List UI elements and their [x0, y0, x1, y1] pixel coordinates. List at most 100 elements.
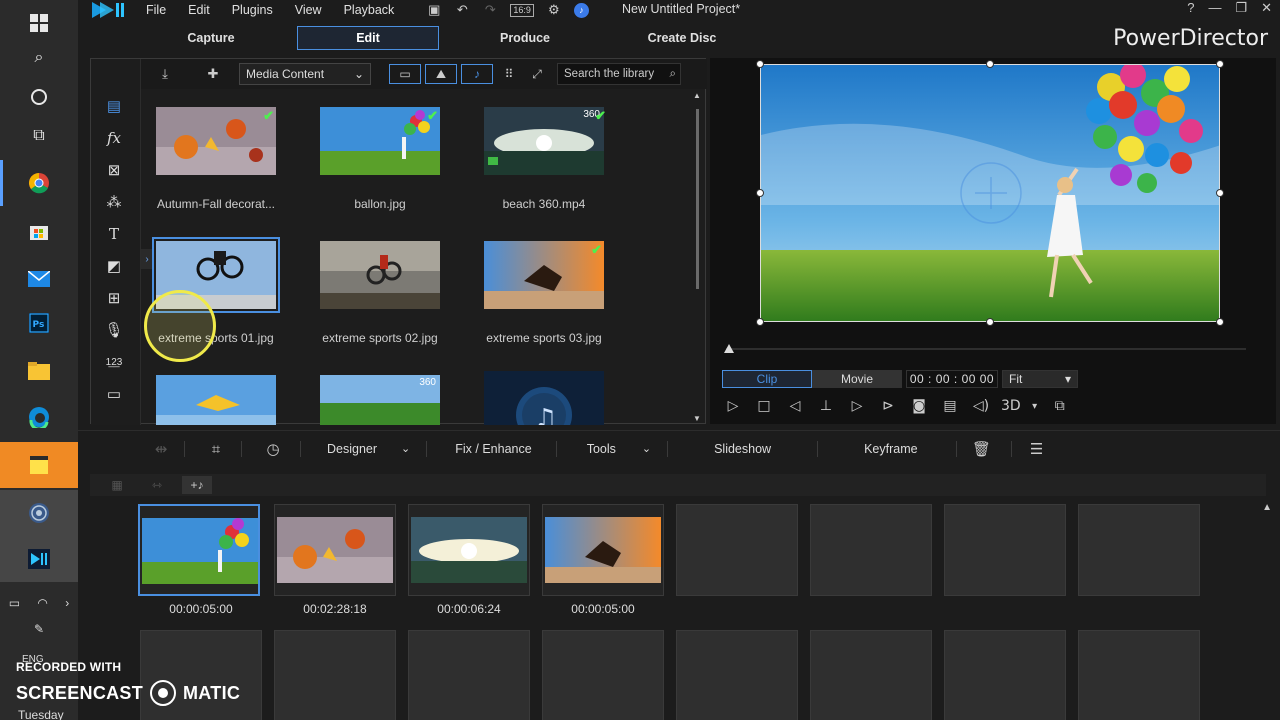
minimize-icon[interactable]: — [1208, 0, 1221, 16]
storyboard-slot-empty[interactable] [408, 630, 530, 720]
designer-chevron-down-icon[interactable]: ⌄ [401, 431, 410, 467]
library-item[interactable]: ♫ [469, 371, 619, 425]
storyboard-slot-empty[interactable] [944, 630, 1066, 720]
title-room-icon[interactable]: T [103, 223, 125, 245]
transition-room-icon[interactable]: ◩ [103, 255, 125, 277]
resize-handle[interactable] [756, 318, 764, 326]
scrubber-playhead[interactable] [724, 344, 734, 353]
storyboard-slot[interactable] [408, 504, 530, 596]
fx-room-icon[interactable]: fx [103, 127, 125, 149]
task-view-button[interactable]: ⧉ [0, 112, 78, 158]
storyboard-slot-empty[interactable] [944, 504, 1066, 596]
storyboard-slot-empty[interactable] [810, 630, 932, 720]
chevron-right-icon[interactable]: › [65, 596, 69, 610]
tab-create-disc[interactable]: Create Disc [611, 26, 753, 50]
clip-mode-toggle[interactable]: Clip [722, 370, 812, 388]
stop-icon[interactable]: □ [753, 396, 775, 416]
subtitle-room-icon[interactable]: ▭ [103, 383, 125, 405]
filter-image-icon[interactable]: ⛰ [425, 64, 457, 84]
storyboard-slot-empty[interactable] [542, 630, 664, 720]
tab-edit[interactable]: Edit [297, 26, 439, 50]
storyboard-scroll-up-icon[interactable]: ▲ [1262, 502, 1272, 513]
library-item[interactable] [141, 375, 291, 425]
tools-chevron-down-icon[interactable]: ⌄ [642, 431, 651, 467]
volume-icon[interactable]: ◁) [970, 396, 992, 416]
scroll-down-icon[interactable]: ▼ [693, 414, 701, 423]
add-audio-track-icon[interactable]: +♪ [182, 476, 212, 494]
3d-toggle[interactable]: 3D [1001, 396, 1021, 416]
help-icon[interactable]: ? [1187, 0, 1194, 16]
settings-gear-icon[interactable]: ⚙ [546, 2, 562, 18]
slideshow-button[interactable]: Slideshow [708, 431, 777, 467]
save-icon[interactable]: ▣ [426, 2, 442, 18]
wifi-icon[interactable]: ◠ [37, 596, 47, 610]
next-frame-icon[interactable]: ▷ [846, 396, 868, 416]
storyboard-slot-empty[interactable] [1078, 504, 1200, 596]
redo-icon[interactable]: ↷ [482, 2, 498, 18]
battery-icon[interactable]: ▭ [9, 596, 20, 610]
storyboard-slot-empty[interactable] [676, 504, 798, 596]
menu-view[interactable]: View [295, 3, 322, 17]
library-item[interactable]: ✔ ballon.jpg [305, 107, 455, 211]
tab-produce[interactable]: Produce [454, 26, 596, 50]
snapshot-camera-icon[interactable]: ◙ [908, 396, 930, 416]
timecode-display[interactable]: 00 : 00 : 00 00 [906, 370, 998, 388]
resize-handle[interactable] [986, 318, 994, 326]
fix-enhance-button[interactable]: Fix / Enhance [449, 431, 537, 467]
resize-handle[interactable] [756, 189, 764, 197]
tab-capture[interactable]: Capture [140, 26, 282, 50]
powerdirector-taskbar-button[interactable] [0, 536, 78, 582]
resize-handle[interactable] [1216, 318, 1224, 326]
storyboard-slot-empty[interactable] [274, 630, 396, 720]
mail-taskbar-button[interactable] [0, 256, 78, 302]
media-room-icon[interactable]: ▤ [103, 95, 125, 117]
storyboard-slot[interactable] [542, 504, 664, 596]
movie-mode-toggle[interactable]: Movie [812, 370, 902, 388]
menu-file[interactable]: File [146, 3, 166, 17]
plugin-puzzle-icon[interactable]: ✚ [201, 63, 225, 85]
import-media-icon[interactable]: ⤓ [153, 63, 177, 85]
subtitle-icon[interactable]: ▤ [939, 396, 961, 416]
screencast-taskbar-button[interactable] [0, 490, 78, 536]
3d-dropdown-arrow-icon[interactable]: ▾ [1030, 396, 1040, 416]
chapter-room-icon[interactable]: 1̲2̲3 [103, 351, 125, 373]
duration-clock-icon[interactable]: ◷ [260, 431, 286, 467]
storyboard-slot-empty[interactable] [810, 504, 932, 596]
preview-video-frame[interactable] [760, 64, 1220, 322]
voice-over-mic-icon[interactable]: 🎙 [103, 319, 125, 341]
tools-menu[interactable]: Tools [581, 431, 622, 467]
notification-bell-icon[interactable]: ♪ [573, 2, 589, 18]
storyboard-slot-empty[interactable] [676, 630, 798, 720]
library-item[interactable]: 360 ✔ beach 360.mp4 [469, 107, 619, 211]
pen-icon[interactable]: ✎ [34, 622, 44, 636]
sticky-notes-taskbar-button[interactable] [0, 442, 78, 488]
previous-frame-icon[interactable]: ◁ [784, 396, 806, 416]
library-scrollbar[interactable]: ▲ ▼ [693, 91, 701, 423]
storyboard-slot[interactable] [138, 504, 260, 596]
clock-day[interactable]: Tuesday [18, 708, 64, 720]
fast-forward-icon[interactable]: ⊳ [877, 396, 899, 416]
store-taskbar-button[interactable] [0, 208, 78, 254]
restore-icon[interactable]: ❐ [1235, 0, 1247, 16]
resize-handle[interactable] [986, 60, 994, 68]
expand-icon[interactable]: ⤢ [525, 64, 549, 84]
storyboard-slot[interactable] [274, 504, 396, 596]
more-features-icon[interactable]: ☰ [1024, 431, 1050, 467]
library-item[interactable]: ✔ Autumn-Fall decorat... [141, 107, 291, 211]
delete-trash-icon[interactable]: 🗑 [969, 431, 995, 467]
file-explorer-taskbar-button[interactable] [0, 348, 78, 394]
designer-menu[interactable]: Designer [321, 431, 383, 467]
library-search-input[interactable]: Search the library ⌕ [557, 63, 681, 85]
edge-taskbar-button[interactable] [0, 394, 78, 440]
particle-room-icon[interactable]: ⁂ [103, 191, 125, 213]
timeline-view-icon[interactable]: ▦ [102, 476, 132, 494]
library-item[interactable]: ✔ extreme sports 03.jpg [469, 241, 619, 345]
resize-handle[interactable] [1216, 189, 1224, 197]
media-content-dropdown[interactable]: Media Content ⌄ [239, 63, 371, 85]
fit-timeline-icon[interactable]: ⇿ [142, 476, 172, 494]
close-icon[interactable]: ✕ [1261, 0, 1272, 16]
undo-icon[interactable]: ↶ [454, 2, 470, 18]
menu-edit[interactable]: Edit [188, 3, 210, 17]
split-icon[interactable]: ⊥ [815, 396, 837, 416]
crop-icon[interactable]: ⌗ [203, 431, 229, 467]
